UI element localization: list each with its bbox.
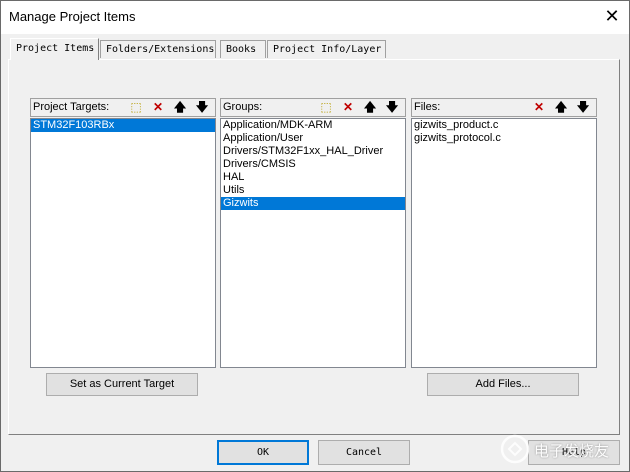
set-current-target-button[interactable]: Set as Current Target [46,373,198,396]
list-item[interactable]: gizwits_protocol.c [412,132,596,145]
move-up-group-icon[interactable]: 🡅 [361,99,379,116]
watermark: 电子发烧友 [500,430,630,472]
targets-label: Project Targets: [33,101,110,113]
move-up-file-icon[interactable]: 🡅 [552,99,570,116]
tab-books[interactable]: Books [220,40,266,58]
list-item[interactable]: Application/User [221,132,405,145]
new-target-icon[interactable]: ⬚ [127,99,145,116]
close-icon[interactable]: ✕ [600,4,624,28]
add-files-button[interactable]: Add Files... [427,373,579,396]
list-item[interactable]: STM32F103RBx [31,119,215,132]
groups-header: Groups: ⬚ ✕ 🡅 🡇 [220,98,406,117]
files-label: Files: [414,101,441,113]
watermark-logo-icon [500,434,530,464]
cancel-button[interactable]: Cancel [318,440,410,465]
delete-file-icon[interactable]: ✕ [530,99,548,116]
title-bar: Manage Project Items ✕ [0,0,630,35]
move-down-file-icon[interactable]: 🡇 [574,99,592,116]
files-header: Files: ✕ 🡅 🡇 [411,98,597,117]
watermark-text: 电子发烧友 [534,442,610,460]
targets-header: Project Targets: ⬚ ✕ 🡅 🡇 [30,98,216,117]
list-item[interactable]: Drivers/CMSIS [221,158,405,171]
groups-label: Groups: [223,101,263,113]
files-list[interactable]: gizwits_product.c gizwits_protocol.c [411,118,597,368]
tab-project-info-layer[interactable]: Project Info/Layer [267,40,386,58]
move-up-target-icon[interactable]: 🡅 [171,99,189,116]
window-title: Manage Project Items [9,9,136,24]
move-down-target-icon[interactable]: 🡇 [193,99,211,116]
list-item[interactable]: Utils [221,184,405,197]
list-item[interactable]: Application/MDK-ARM [221,119,405,132]
list-item[interactable]: HAL [221,171,405,184]
list-item[interactable]: Gizwits [221,197,405,210]
list-item[interactable]: gizwits_product.c [412,119,596,132]
targets-list[interactable]: STM32F103RBx [30,118,216,368]
tab-folders-extensions[interactable]: Folders/Extensions [100,40,216,58]
ok-button[interactable]: OK [217,440,309,465]
list-item[interactable]: Drivers/STM32F1xx_HAL_Driver [221,145,405,158]
new-group-icon[interactable]: ⬚ [317,99,335,116]
groups-list[interactable]: Application/MDK-ARM Application/User Dri… [220,118,406,368]
tab-project-items[interactable]: Project Items [10,38,99,60]
delete-target-icon[interactable]: ✕ [149,99,167,116]
move-down-group-icon[interactable]: 🡇 [383,99,401,116]
delete-group-icon[interactable]: ✕ [339,99,357,116]
